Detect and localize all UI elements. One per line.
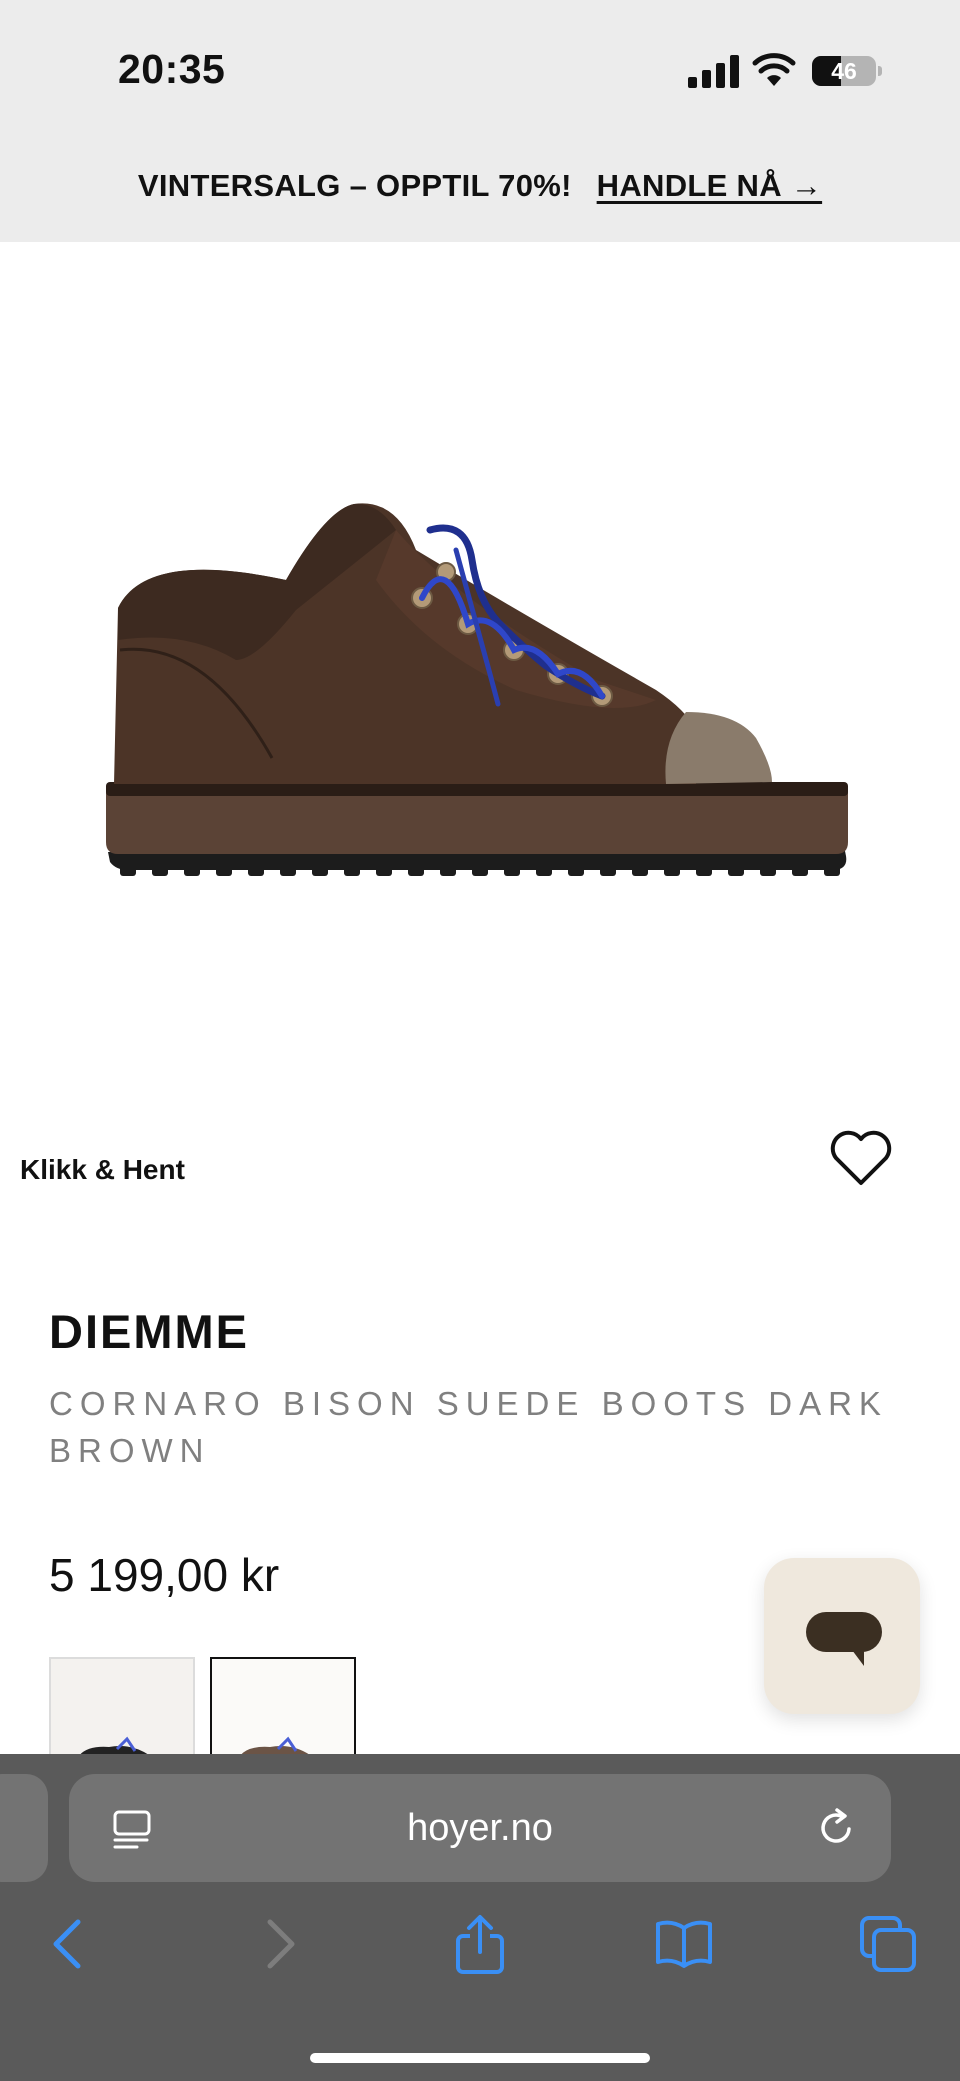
url-text: hoyer.no [407, 1807, 553, 1849]
browser-toolbar [0, 1904, 960, 1994]
tabs-icon[interactable] [858, 1914, 918, 1974]
bookmarks-icon[interactable] [654, 1914, 714, 1974]
battery-icon: 46 [812, 56, 882, 86]
status-time: 20:35 [118, 46, 226, 92]
back-icon[interactable] [40, 1914, 100, 1974]
promo-banner: VINTERSALG – OPPTIL 70%! HANDLE NÅ → [0, 168, 960, 204]
address-bar[interactable]: hoyer.no [69, 1774, 891, 1882]
product-price: 5 199,00 kr [49, 1549, 280, 1601]
home-indicator [310, 2053, 650, 2063]
previous-tab-preview[interactable] [0, 1774, 48, 1882]
heart-icon[interactable] [828, 1128, 894, 1188]
chat-bubble-icon [806, 1612, 882, 1666]
variant-thumbnail-black[interactable] [49, 1657, 195, 1757]
wifi-icon [752, 53, 796, 86]
share-icon[interactable] [450, 1914, 510, 1974]
forward-icon[interactable] [248, 1914, 308, 1974]
battery-level: 46 [831, 58, 857, 84]
product-image[interactable] [96, 490, 856, 890]
chat-button[interactable] [764, 1558, 920, 1714]
browser-chrome: hoyer.no [0, 1754, 960, 2081]
product-brand: DIEMME [49, 1305, 249, 1358]
promo-text: VINTERSALG – OPPTIL 70%! [137, 168, 572, 203]
promo-cta-link[interactable]: HANDLE NÅ → [597, 168, 822, 203]
top-banner-area [0, 0, 960, 242]
product-name: CORNARO BISON SUEDE BOOTS DARK BROWN [49, 1385, 888, 1469]
variant-thumbnail-brown[interactable] [210, 1657, 356, 1757]
cellular-signal-icon [688, 55, 739, 88]
reload-icon[interactable] [815, 1807, 859, 1851]
click-and-collect-label: Klikk & Hent [20, 1154, 185, 1185]
